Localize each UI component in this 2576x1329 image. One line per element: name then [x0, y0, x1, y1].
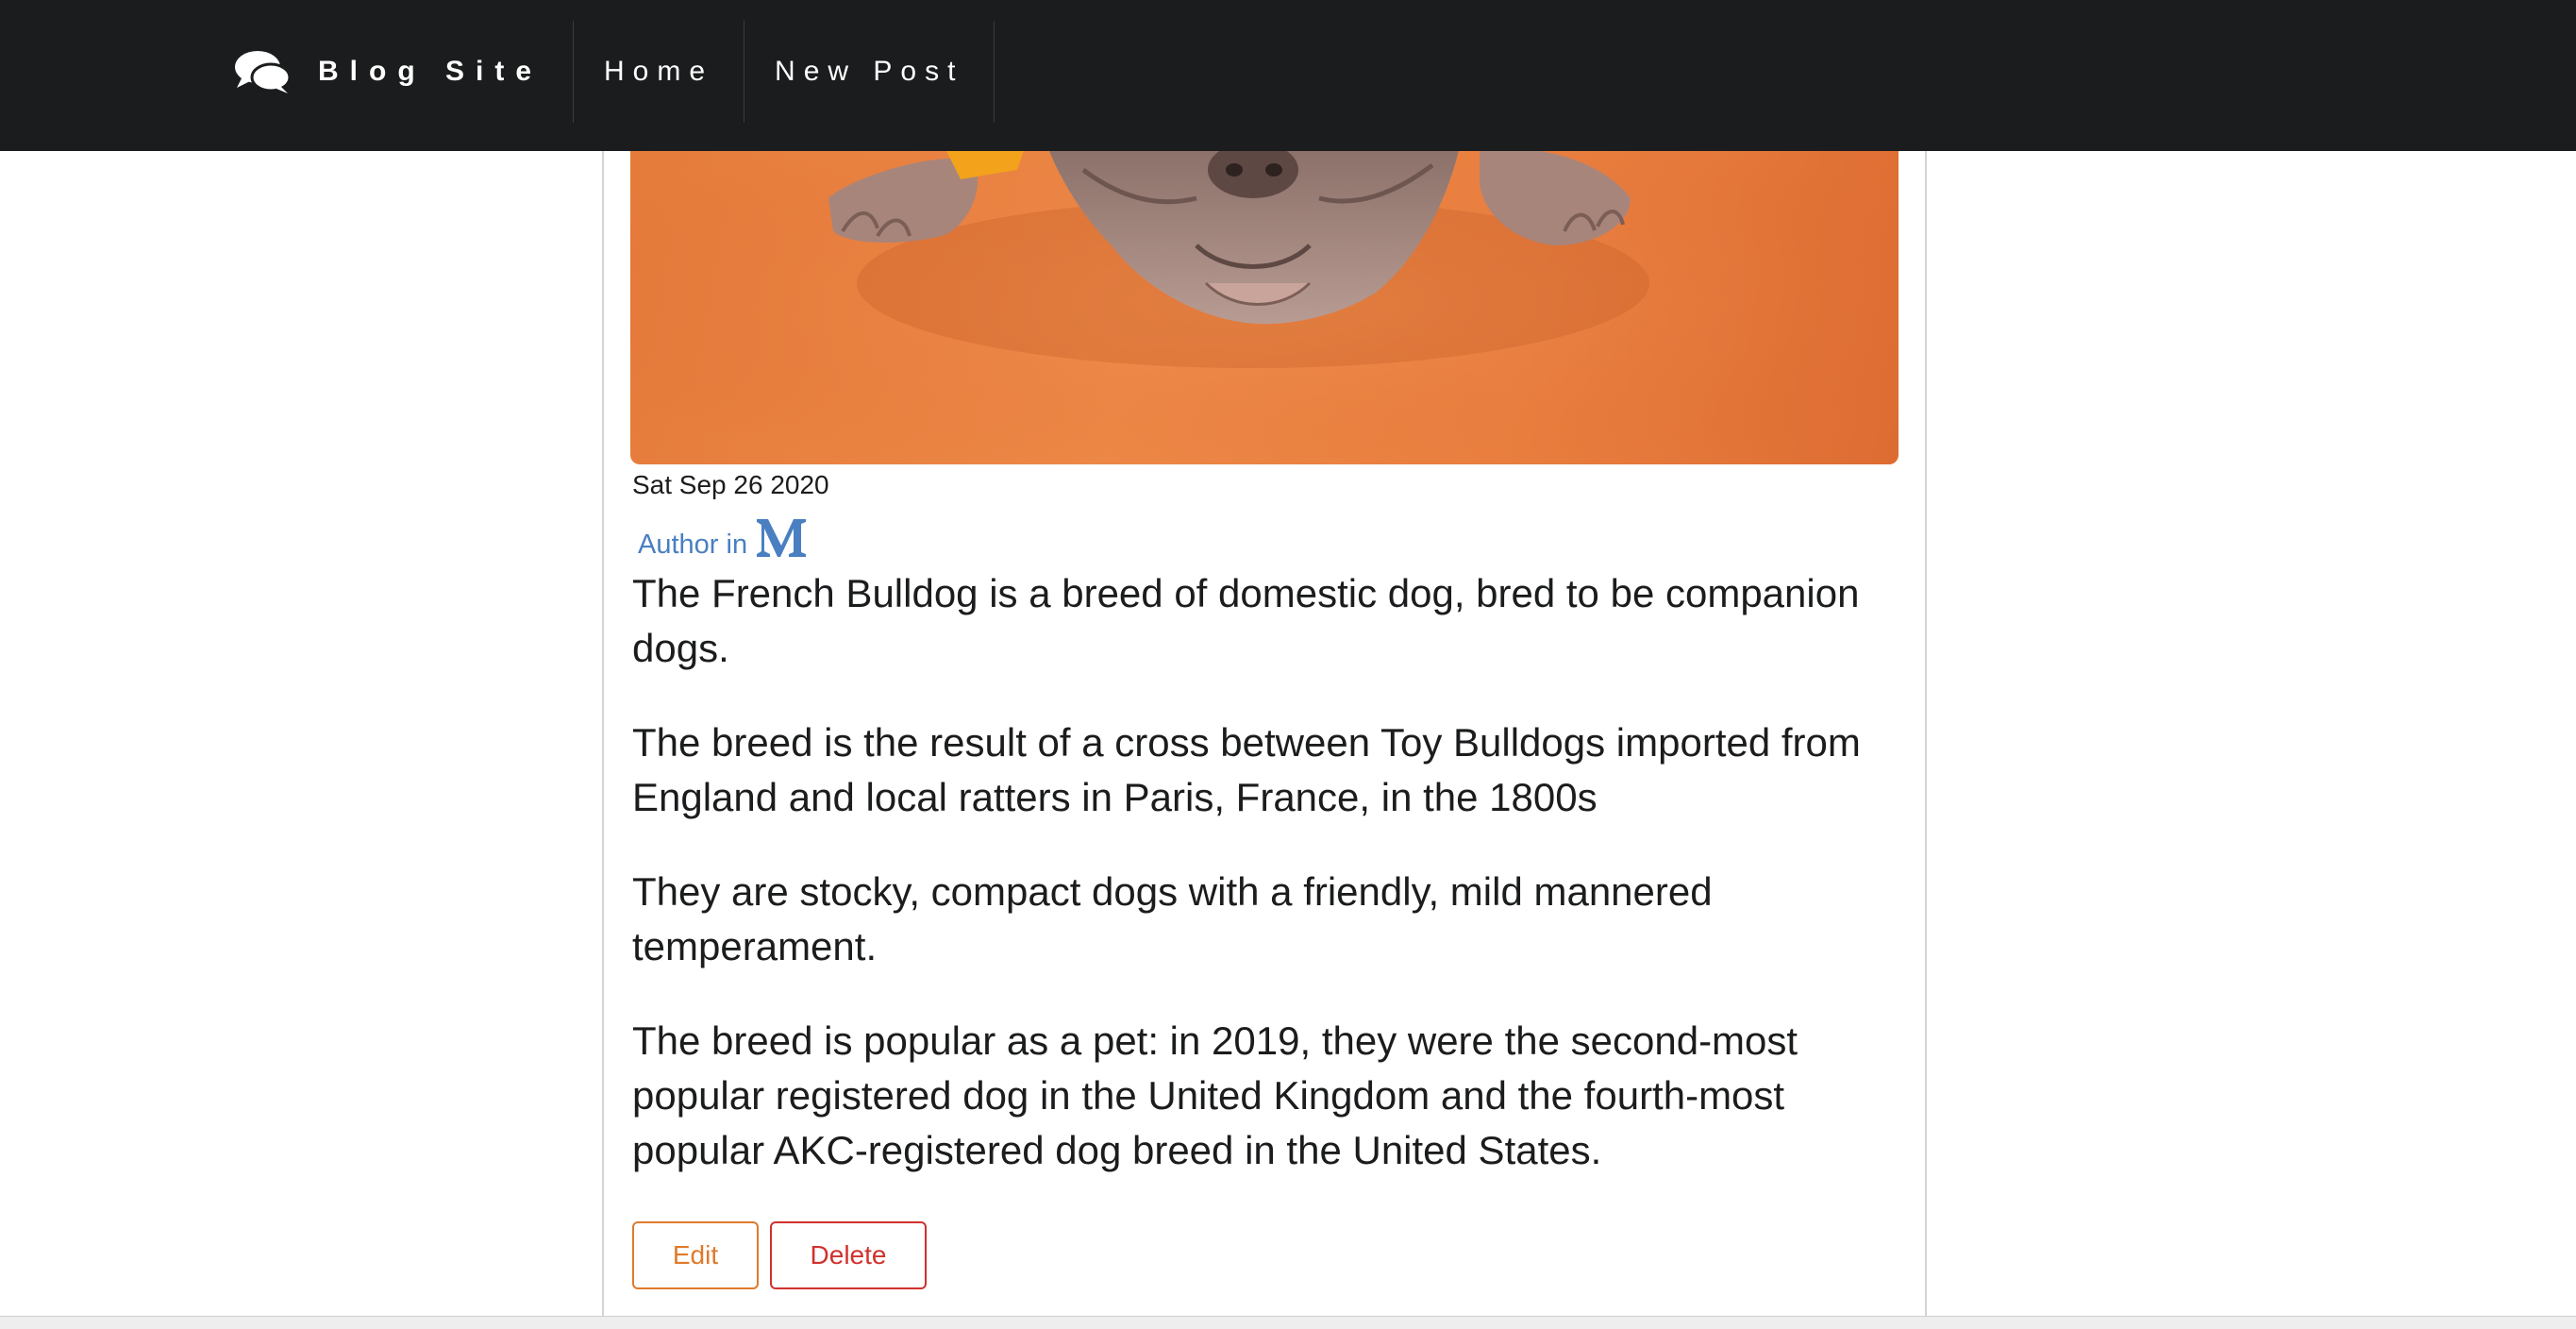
- post-image: [630, 142, 1899, 464]
- brand-label: Blog Site: [318, 56, 544, 87]
- delete-button[interactable]: Delete: [770, 1221, 927, 1289]
- post-paragraph: The French Bulldog is a breed of domesti…: [632, 571, 1860, 670]
- post-card: Sat Sep 26 2020 Author in The French Bul…: [602, 142, 1927, 1318]
- post-paragraph: The breed is popular as a pet: in 2019, …: [632, 1018, 1798, 1172]
- horizontal-scrollbar[interactable]: [0, 1316, 2576, 1329]
- nav-new-post[interactable]: New Post: [744, 21, 995, 123]
- nav-menu: Blog Site Home New Post: [203, 21, 995, 123]
- post-paragraph: They are stocky, compact dogs with a fri…: [632, 869, 1713, 968]
- post-paragraph: The breed is the result of a cross betwe…: [632, 720, 1861, 819]
- post-content: The French Bulldog is a breed of domesti…: [632, 566, 1906, 1218]
- dog-image: [630, 142, 1899, 464]
- post-actions: Edit Delete: [632, 1221, 927, 1289]
- top-navbar: Blog Site Home New Post: [0, 0, 2576, 151]
- nav-home[interactable]: Home: [574, 21, 745, 123]
- comments-icon: [235, 51, 292, 93]
- author-label: Author in: [638, 530, 748, 560]
- edit-button[interactable]: Edit: [632, 1221, 759, 1289]
- post-date: Sat Sep 26 2020: [632, 470, 829, 499]
- medium-icon: [757, 519, 807, 557]
- brand-link[interactable]: Blog Site: [203, 21, 575, 123]
- author-link[interactable]: Author in: [638, 512, 808, 561]
